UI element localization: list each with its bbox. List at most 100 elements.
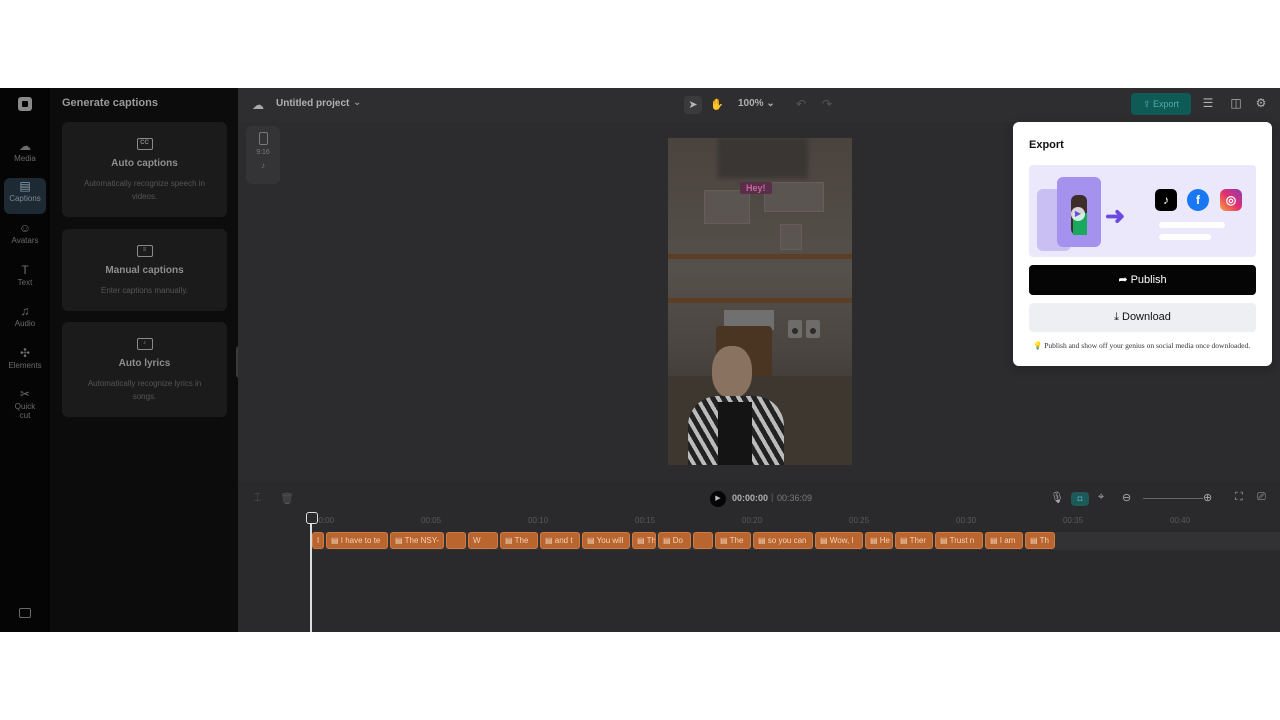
caption-clip[interactable]: ▤ The <box>715 532 751 549</box>
avatar-icon: ☺ <box>18 221 32 235</box>
quick-cut-icon: ✂ <box>19 387 31 401</box>
card-title: Auto lyrics <box>118 358 171 369</box>
caption-clip[interactable]: ▤ The NSY- <box>390 532 444 549</box>
rail-item-quick-cut[interactable]: ✂ Quick cut <box>4 386 46 430</box>
tick-label: 00:35 <box>1063 516 1084 525</box>
aspect-ratio-selector[interactable]: 9:16 ♪ <box>246 126 280 184</box>
tick-label: 00:15 <box>635 516 656 525</box>
video-thumbnail: ▶ <box>1057 177 1101 247</box>
manual-caption-icon: ≡ <box>136 245 153 257</box>
text-overlay[interactable]: Hey! <box>740 182 772 194</box>
download-button[interactable]: ⤓ Download <box>1029 303 1256 332</box>
panel-title: Generate captions <box>62 97 158 109</box>
caption-clip[interactable]: ▤ Ther <box>895 532 933 549</box>
keyboard-shortcuts-icon[interactable] <box>19 608 31 618</box>
editor-app: ☁ Media ▤ Captions ☺ Avatars T Text ♫ Au… <box>0 88 1280 632</box>
redo-icon[interactable]: ↷ <box>822 97 832 111</box>
speaker <box>788 320 802 338</box>
caption-clip[interactable]: ▤ I have to te <box>326 532 388 549</box>
card-description: Enter captions manually. <box>100 286 188 295</box>
caption-clip[interactable]: ▤ He <box>865 532 893 549</box>
tick-label: 00:25 <box>849 516 870 525</box>
export-note: 💡 Publish and show off your genius on so… <box>1033 341 1251 350</box>
split-icon[interactable]: ⌶ <box>254 492 261 505</box>
layout-toggle-icon[interactable]: ◫ <box>1229 96 1243 110</box>
caption-clip[interactable]: ▤ Th <box>632 532 656 549</box>
magnet-snap-icon[interactable]: ◘ <box>1071 492 1089 506</box>
video-preview[interactable]: Hey! <box>668 138 852 465</box>
elements-icon: ✣ <box>19 346 31 360</box>
speaker <box>806 320 820 338</box>
tiktok-icon: ♪ <box>261 161 265 170</box>
zoom-out-icon[interactable]: ⊖ <box>1122 491 1131 504</box>
rail-item-audio[interactable]: ♫ Audio <box>4 303 46 339</box>
chevron-down-icon[interactable]: ⌄ <box>353 97 361 108</box>
rail-item-media[interactable]: ☁ Media <box>4 138 46 174</box>
select-tool-icon[interactable]: ➤ <box>684 96 702 114</box>
microphone-icon[interactable]: 🎙 <box>1050 491 1064 504</box>
caption-clip[interactable]: W <box>468 532 498 549</box>
caption-clip[interactable]: ▤ and t <box>540 532 580 549</box>
caption-clip[interactable] <box>693 532 713 549</box>
rail-item-avatars[interactable]: ☺ Avatars <box>4 220 46 256</box>
manual-captions-card[interactable]: ≡ Manual captions Enter captions manuall… <box>62 229 227 311</box>
zoom-in-icon[interactable]: ⊕ <box>1203 491 1212 504</box>
zoom-slider[interactable] <box>1143 498 1203 499</box>
audio-icon: ♫ <box>20 304 30 318</box>
timeline: ⌶ 🗑 ▶ 00:00:00 | 00:36:09 🎙 ◘ ⌖ ⊖ ⊕ ⛶ ⎚ … <box>238 482 1280 632</box>
cc-icon: CC <box>136 138 153 150</box>
caption-clip[interactable]: ▤ Wow, I <box>815 532 863 549</box>
auto-lyrics-card[interactable]: ♪ Auto lyrics Automatically recognize ly… <box>62 322 227 417</box>
export-popup: Export ▶ ➜ ♪ f ◎ ➦ Publish ⤓ Download 💡 … <box>1013 122 1272 366</box>
feedback-icon[interactable]: ⎚ <box>1257 491 1266 504</box>
captions-icon: ▤ <box>19 179 31 193</box>
caption-clip[interactable]: I <box>312 532 324 549</box>
split-track-icon[interactable]: ⌖ <box>1098 491 1104 504</box>
shelf <box>668 254 852 259</box>
auto-captions-card[interactable]: CC Auto captions Automatically recognize… <box>62 122 227 217</box>
rail-item-captions[interactable]: ▤ Captions <box>4 178 46 214</box>
rail-item-text[interactable]: T Text <box>4 262 46 298</box>
playhead[interactable] <box>306 512 318 632</box>
download-icon: ⤓ <box>1114 311 1119 323</box>
caption-clip[interactable]: ▤ The <box>500 532 538 549</box>
caption-clip[interactable]: ▤ You will <box>582 532 630 549</box>
share-arrow-icon: ➜ <box>1105 203 1126 230</box>
zoom-level[interactable]: 100% ⌄ <box>738 98 775 109</box>
caption-clip[interactable]: ▤ Do <box>658 532 691 549</box>
tick-label: 00:30 <box>956 516 977 525</box>
presenter <box>682 342 792 465</box>
shelf <box>668 298 852 303</box>
card-description: Automatically recognize speech in videos… <box>84 179 205 201</box>
ratio-label: 9:16 <box>256 149 270 156</box>
video-top-blur <box>718 138 808 178</box>
caption-clip[interactable]: ▤ I am <box>985 532 1023 549</box>
tiktok-icon: ♪ <box>1155 189 1177 211</box>
rail-item-elements[interactable]: ✣ Elements <box>4 345 46 381</box>
left-rail: ☁ Media ▤ Captions ☺ Avatars T Text ♫ Au… <box>0 88 50 632</box>
publish-button[interactable]: ➦ Publish <box>1029 265 1256 295</box>
time-separator: | <box>771 492 774 502</box>
caption-clip[interactable] <box>446 532 466 549</box>
project-title[interactable]: Untitled project <box>276 98 349 109</box>
card-description: Automatically recognize lyrics in songs. <box>87 379 202 401</box>
app-logo[interactable] <box>18 97 32 111</box>
instagram-icon: ◎ <box>1220 189 1242 211</box>
undo-icon[interactable]: ↶ <box>796 97 806 111</box>
fullscreen-icon[interactable]: ⛶ <box>1235 491 1243 504</box>
card-title: Manual captions <box>105 265 184 276</box>
settings-gear-icon[interactable]: ⚙ <box>1254 96 1268 110</box>
layers-icon[interactable]: ☰ <box>1201 96 1215 110</box>
delete-icon[interactable]: 🗑 <box>280 492 294 505</box>
wall-picture <box>704 190 750 224</box>
tick-label: 00:20 <box>742 516 763 525</box>
export-button[interactable]: ⇪ Export <box>1131 93 1191 115</box>
tick-label: 00:10 <box>528 516 549 525</box>
caption-clip[interactable]: ▤ Trust n <box>935 532 983 549</box>
cloud-sync-icon: ☁ <box>252 98 264 112</box>
play-button[interactable]: ▶ <box>710 491 726 507</box>
caption-clip[interactable]: ▤ Th <box>1025 532 1055 549</box>
hand-tool-icon[interactable]: ✋ <box>708 96 726 114</box>
caption-clip[interactable]: ▤ so you can <box>753 532 813 549</box>
time-ruler[interactable]: 00:00 00:05 00:10 00:15 00:20 00:25 00:3… <box>238 514 1280 528</box>
